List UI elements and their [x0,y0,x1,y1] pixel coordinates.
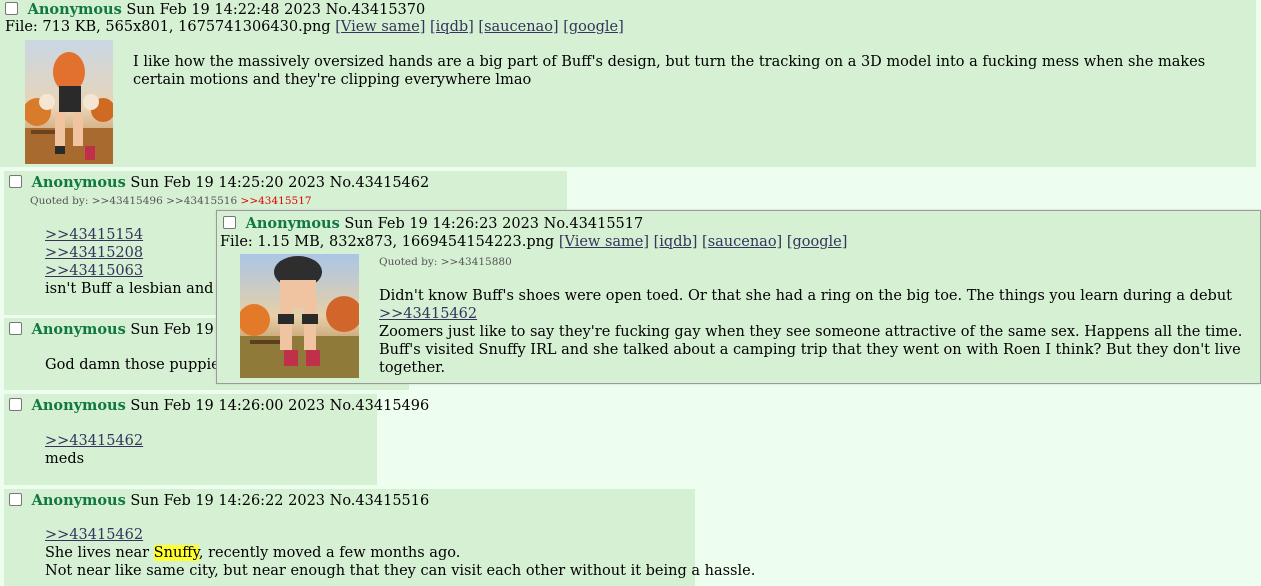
saucenao-link[interactable]: [saucenao] [702,234,782,250]
post-text: >>43415462 meds [45,432,143,468]
post-header: Anonymous Sun Feb 19 14:26:23 2023 No.43… [223,215,643,232]
post-checkbox[interactable] [9,175,22,188]
post-checkbox[interactable] [9,398,22,411]
post-body-line2: Zoomers just like to say they're fucking… [379,324,1243,376]
post-number[interactable]: No.43415370 [326,2,426,18]
post-43415496: Anonymous Sun Feb 19 14:26:00 2023 No.43… [4,394,429,485]
post-text: >>43415462 She lives near Snuffy, recent… [45,526,755,580]
quoted-by: Quoted by: >>43415880 [379,256,512,268]
quoted-by-link[interactable]: >>43415516 [166,195,237,207]
quoted-by: Quoted by: >>43415496 >>43415516 >>43415… [30,195,312,207]
quoted-by-label: Quoted by: [30,195,89,207]
iqdb-link[interactable]: [iqdb] [654,234,698,250]
post-thumbnail[interactable] [25,40,113,164]
quote-link[interactable]: >>43415208 [45,244,244,262]
view-same-link[interactable]: [View same] [559,234,649,250]
post-checkbox[interactable] [9,493,22,506]
post-body-text: meds [45,451,85,467]
poster-name: Anonymous [31,174,126,191]
post-number[interactable]: No.43415516 [330,493,430,509]
post-number[interactable]: No.43415496 [330,398,430,414]
post-checkbox[interactable] [9,322,22,335]
post-body-text: isn't Buff a lesbian and live [45,281,245,297]
poster-name: Anonymous [27,1,122,18]
saucenao-link[interactable]: [saucenao] [478,19,558,35]
poster-name: Anonymous [245,215,340,232]
quoted-by-link[interactable]: >>43415496 [92,195,163,207]
poster-name: Anonymous [31,321,126,338]
post-43415516: Anonymous Sun Feb 19 14:26:22 2023 No.43… [4,489,755,586]
post-text: God damn those puppies h [45,357,242,373]
poster-name: Anonymous [31,492,126,509]
file-info: File: 713 KB, 565x801, 1675741306430.png… [5,19,624,35]
file-info: File: 1.15 MB, 832x873, 1669454154223.pn… [220,234,847,250]
post-header: Anonymous Sun Feb 19 14:26:00 2023 No.43… [9,397,429,414]
post-thumbnail[interactable] [240,254,359,378]
quote-link[interactable]: >>43415154 [45,226,244,244]
google-link[interactable]: [google] [787,234,848,250]
file-meta: File: 1.15 MB, 832x873, 1669454154223.pn… [220,234,555,250]
quote-link[interactable]: >>43415063 [45,262,244,280]
post-checkbox[interactable] [223,216,236,229]
highlighted-word: Snuffy [153,545,199,561]
quote-link[interactable]: >>43415462 [45,526,755,544]
iqdb-link[interactable]: [iqdb] [430,19,474,35]
post-preview-popup: Anonymous Sun Feb 19 14:26:23 2023 No.43… [216,210,1261,384]
post-body-line1: She lives near Snuffy, recently moved a … [45,545,460,561]
post-header: Anonymous Sun Feb 19 14:25:20 2023 No.43… [9,174,429,191]
post-datetime: Sun Feb 19 14:26:22 2023 [130,493,326,509]
post-datetime: Sun Feb 19 14:22:48 2023 [126,2,322,18]
quote-link[interactable]: >>43415462 [379,305,1249,323]
quoted-by-link-current[interactable]: >>43415517 [241,195,312,207]
quoted-by-link[interactable]: >>43415880 [441,256,512,268]
text-fragment: , recently moved a few months ago. [198,545,461,561]
post-datetime: Sun Feb 19 14:26:23 2023 [344,216,540,232]
google-link[interactable]: [google] [563,19,624,35]
text-fragment: She lives near [45,545,154,561]
post-checkbox[interactable] [5,2,18,15]
post-text: I like how the massively oversized hands… [133,54,1206,88]
quote-link[interactable]: >>43415462 [45,432,143,450]
post-header: Anonymous Sun Feb 19 14:22:48 2023 No.43… [5,1,425,18]
file-meta: File: 713 KB, 565x801, 1675741306430.png [5,19,331,35]
post-header: Anonymous Sun Feb 19 14:26:22 2023 No.43… [9,492,429,509]
post-body-line2: Not near like same city, but near enough… [45,563,756,579]
quoted-by-label: Quoted by: [379,256,438,268]
view-same-link[interactable]: [View same] [335,19,425,35]
post-header: Anonymous Sun Feb 19 14:2 [9,321,251,338]
poster-name: Anonymous [31,397,126,414]
post-datetime: Sun Feb 19 14:25:20 2023 [130,175,326,191]
post-number[interactable]: No.43415517 [544,216,644,232]
post-body-line1: Didn't know Buff's shoes were open toed.… [379,288,1232,304]
post-number[interactable]: No.43415462 [330,175,430,191]
post-text: >>43415154 >>43415208 >>43415063 isn't B… [45,226,244,298]
post-43415370: Anonymous Sun Feb 19 14:22:48 2023 No.43… [0,0,1256,167]
post-datetime: Sun Feb 19 14:26:00 2023 [130,398,326,414]
post-text: Didn't know Buff's shoes were open toed.… [379,287,1249,377]
